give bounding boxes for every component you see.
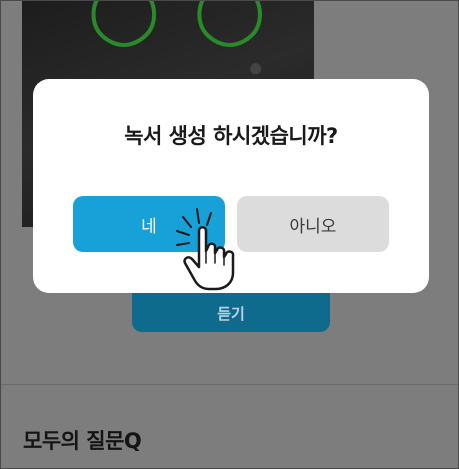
dialog-title: 녹서 생성 하시겠습니까? — [124, 124, 338, 148]
listen-button-label: 듣기 — [217, 305, 245, 323]
app-screen: ◯ ◯ 듣기 모두의 질문Q 녹서 생성 하시겠습니까? 네 아니오 — [0, 0, 459, 469]
cover-art-graphic: ◯ ◯ — [88, 1, 272, 47]
listen-button[interactable]: 듣기 — [132, 287, 330, 332]
section-divider — [1, 384, 458, 385]
section-title: 모두의 질문Q — [23, 429, 142, 453]
tap-hand-icon — [176, 208, 235, 291]
cancel-button-label: 아니오 — [289, 216, 337, 237]
confirm-button-label: 네 — [141, 216, 157, 237]
